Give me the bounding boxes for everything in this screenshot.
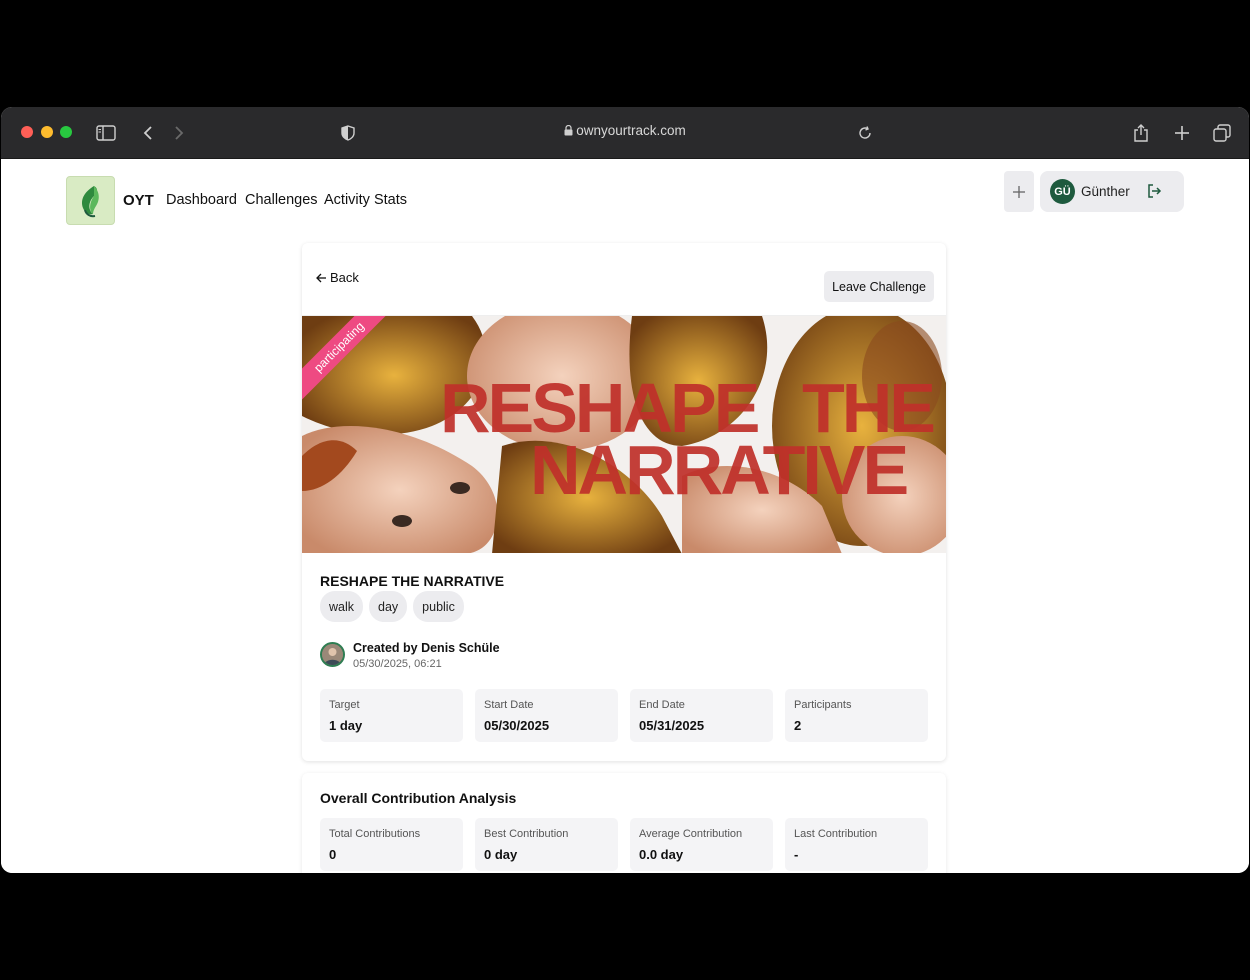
created-date: 05/30/2025, 06:21: [353, 658, 442, 670]
stat-label: Participants: [794, 699, 852, 711]
stat-value: -: [794, 847, 799, 862]
leave-challenge-button[interactable]: Leave Challenge: [824, 271, 934, 302]
plus-icon: [1013, 185, 1025, 198]
stat-target: Target 1 day: [320, 689, 463, 742]
stat-average-contribution: Average Contribution 0.0 day: [630, 818, 773, 871]
tag-public[interactable]: public: [413, 591, 464, 622]
ribbon-label: participating: [302, 316, 393, 401]
back-label: Back: [330, 270, 359, 285]
add-button[interactable]: [1004, 171, 1034, 212]
stat-end-date: End Date 05/31/2025: [630, 689, 773, 742]
challenge-title: RESHAPE THE NARRATIVE: [320, 573, 505, 589]
url-text: ownyourtrack.com: [576, 123, 686, 138]
participating-ribbon: participating: [302, 316, 402, 416]
tag-walk[interactable]: walk: [320, 591, 364, 622]
person-photo-icon: [322, 644, 343, 665]
banner-text-narrative: NARRATIVE: [530, 431, 909, 509]
stat-value: 1 day: [329, 718, 363, 733]
stat-value: 05/31/2025: [639, 718, 705, 733]
nav-link-dashboard[interactable]: Dashboard: [166, 192, 237, 208]
stat-label: Total Contributions: [329, 828, 421, 840]
user-avatar: GÜ: [1050, 179, 1075, 204]
stat-best-contribution: Best Contribution 0 day: [475, 818, 618, 871]
stat-start-date: Start Date 05/30/2025: [475, 689, 618, 742]
brand-name[interactable]: OYT: [123, 192, 154, 209]
arrow-left-icon: [316, 273, 326, 282]
challenge-stats: Target 1 day Start Date 05/30/2025 End D…: [320, 689, 928, 742]
creator-name: Created by Denis Schüle: [353, 641, 500, 655]
nav-link-activity-stats[interactable]: Activity Stats: [324, 192, 407, 208]
back-link[interactable]: Back: [316, 270, 359, 285]
reload-icon[interactable]: [853, 121, 877, 145]
challenge-card: Back Leave Challenge RESHAPE THE NARRATI…: [302, 243, 946, 761]
stat-value: 2: [794, 718, 802, 733]
stat-label: Target: [329, 699, 360, 711]
creator-avatar[interactable]: [320, 642, 345, 667]
logout-icon[interactable]: [1147, 184, 1162, 203]
stat-label: Best Contribution: [484, 828, 569, 840]
stat-label: Average Contribution: [639, 828, 743, 840]
analysis-title: Overall Contribution Analysis: [320, 790, 517, 806]
tag-day[interactable]: day: [369, 591, 408, 622]
analysis-stats: Total Contributions 0 Best Contribution …: [320, 818, 928, 871]
nav-link-challenges[interactable]: Challenges: [245, 192, 318, 208]
stat-label: Start Date: [484, 699, 534, 711]
new-tab-icon[interactable]: [1170, 121, 1194, 145]
browser-window: ownyourtrack.com OYT Dashboard Challenge…: [1, 107, 1249, 873]
stat-last-contribution: Last Contribution -: [785, 818, 928, 871]
contribution-analysis-card: Overall Contribution Analysis Total Cont…: [302, 773, 946, 873]
page-content: OYT Dashboard Challenges Activity Stats …: [1, 159, 1249, 873]
user-name: Günther: [1081, 184, 1130, 199]
browser-toolbar: ownyourtrack.com: [1, 107, 1249, 159]
app-logo[interactable]: [66, 176, 115, 225]
stat-label: Last Contribution: [794, 828, 878, 840]
user-menu[interactable]: GÜ Günther: [1040, 171, 1184, 212]
lock-icon: [564, 124, 573, 139]
stat-participants: Participants 2: [785, 689, 928, 742]
tag-list: walk day public: [320, 591, 464, 622]
tab-overview-icon[interactable]: [1210, 121, 1234, 145]
leaf-logo-icon: [81, 185, 99, 217]
share-icon[interactable]: [1129, 121, 1153, 145]
stat-label: End Date: [639, 699, 685, 711]
stat-value: 0 day: [484, 847, 518, 862]
stat-total-contributions: Total Contributions 0: [320, 818, 463, 871]
challenge-banner-image: RESHAPE THE NARRATIVE participating: [302, 315, 946, 553]
address-bar[interactable]: ownyourtrack.com: [1, 123, 1249, 139]
stat-value: 05/30/2025: [484, 718, 550, 733]
stat-value: 0.0 day: [639, 847, 684, 862]
stat-value: 0: [329, 847, 337, 862]
